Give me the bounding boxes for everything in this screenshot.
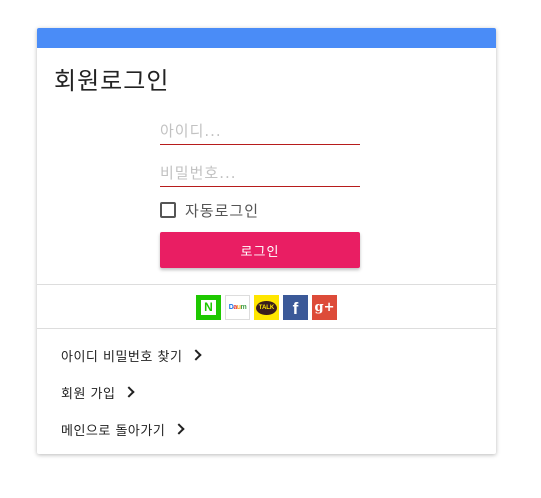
find-id-password-link[interactable]: 아이디 비밀번호 찾기: [61, 346, 203, 383]
facebook-login-icon[interactable]: f: [283, 295, 308, 320]
auto-login-checkbox[interactable]: [160, 202, 176, 218]
login-card: 회원로그인 자동로그인 로그인 N Daum TALK f g+: [37, 28, 496, 454]
daum-glyph-m: m: [240, 304, 247, 311]
find-id-password-label: 아이디 비밀번호 찾기: [61, 350, 183, 365]
sign-up-label: 회원 가입: [61, 387, 116, 402]
google-plus-login-icon[interactable]: g+: [312, 295, 337, 320]
chevron-right-icon: [123, 386, 136, 398]
social-icon-group: N Daum TALK f g+: [196, 295, 341, 320]
facebook-glyph: f: [292, 299, 299, 318]
chevron-right-icon: [173, 423, 185, 435]
auto-login-toggle[interactable]: 자동로그인: [160, 201, 260, 220]
password-input[interactable]: [160, 159, 360, 187]
kakao-glyph: TALK: [256, 300, 277, 315]
back-to-main-link[interactable]: 메인으로 돌아가기: [61, 420, 200, 454]
user-id-input[interactable]: [160, 117, 360, 145]
login-button[interactable]: 로그인: [160, 232, 360, 268]
back-to-main-label: 메인으로 돌아가기: [61, 424, 166, 439]
card-header-bar: [37, 28, 496, 48]
naver-login-icon[interactable]: N: [196, 295, 221, 320]
kakao-login-icon[interactable]: TALK: [254, 295, 279, 320]
google-plus-glyph: g+: [314, 300, 335, 315]
account-links: 아이디 비밀번호 찾기 회원 가입 메인으로 돌아가기: [61, 346, 203, 454]
social-login-row: N Daum TALK f g+: [37, 284, 496, 329]
chevron-right-icon: [190, 349, 203, 361]
auto-login-label: 자동로그인: [185, 201, 260, 220]
daum-login-icon[interactable]: Daum: [225, 295, 250, 320]
naver-glyph: N: [201, 300, 216, 315]
page-title: 회원로그인: [54, 67, 170, 95]
sign-up-link[interactable]: 회원 가입: [61, 383, 200, 420]
